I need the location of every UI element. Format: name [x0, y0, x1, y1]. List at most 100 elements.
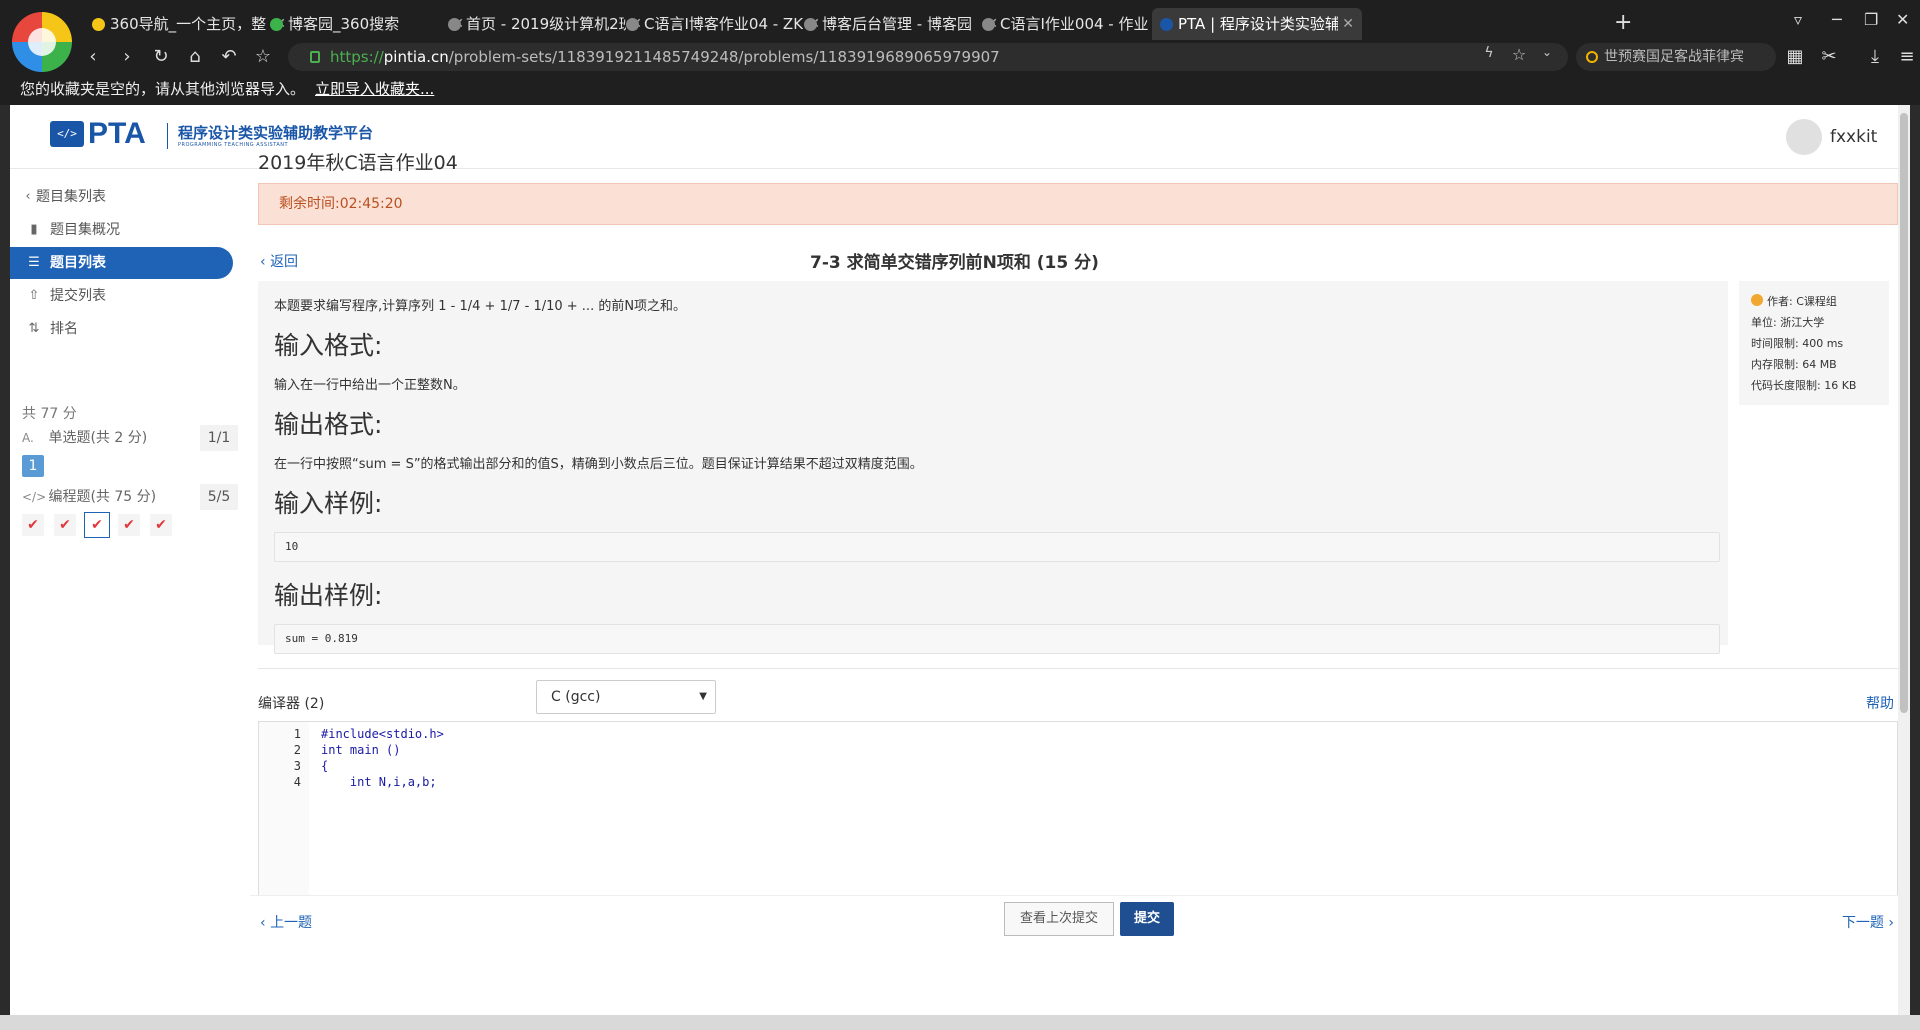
- author-text: 作者: C课程组: [1767, 295, 1837, 308]
- sidebar-item-submissions[interactable]: ⇧ 提交列表: [10, 280, 233, 312]
- url-scheme: https://: [330, 48, 384, 66]
- sidebar-item-problem-list[interactable]: ☰ 题目列表: [10, 247, 233, 279]
- view-last-submission-button[interactable]: 查看上次提交: [1004, 902, 1114, 936]
- group-count: 1/1: [200, 425, 238, 451]
- pta-logo-text[interactable]: PTA: [88, 117, 146, 151]
- choice-icon: A.: [22, 431, 34, 445]
- tab-label: PTA | 程序设计类实验辅: [1178, 15, 1338, 33]
- reload-icon[interactable]: ↻: [150, 46, 172, 67]
- input-format-text: 输入在一行中给出一个正整数N。: [274, 378, 466, 393]
- group-label: 编程题(共 75 分): [48, 489, 157, 505]
- minimize-icon[interactable]: ─: [1832, 10, 1842, 29]
- chevron-down-icon[interactable]: ⌄: [1536, 45, 1558, 59]
- bookmark-bar: 您的收藏夹是空的，请从其他浏览器导入。 立即导入收藏夹...: [0, 78, 1920, 102]
- tab-close-icon[interactable]: ✕: [1342, 8, 1354, 40]
- page-scrollbar[interactable]: [1898, 105, 1910, 1015]
- sort-icon: ⇅: [28, 321, 40, 336]
- star-icon[interactable]: ☆: [252, 46, 274, 67]
- url-text: https://pintia.cn/problem-sets/118391921…: [330, 48, 1000, 66]
- output-sample-heading: 输出样例:: [274, 581, 383, 610]
- sidebar-item-ranking[interactable]: ⇅ 排名: [10, 313, 233, 345]
- tab-favicon-icon: [448, 18, 461, 31]
- group-programming[interactable]: </> 编程题(共 75 分) 5/5: [22, 484, 248, 510]
- problem-title: 7-3 求简单交错序列前N项和 (15 分): [810, 253, 1099, 273]
- question-number[interactable]: 1: [22, 455, 44, 477]
- tab-strip: 360导航_一个主页，整 ✕ 博客园_360搜索 ✕ 首页 - 2019级计算机…: [84, 8, 1604, 40]
- browser-chrome: 360导航_一个主页，整 ✕ 博客园_360搜索 ✕ 首页 - 2019级计算机…: [0, 0, 1920, 105]
- author-row: 作者: C课程组: [1751, 291, 1877, 312]
- code-line[interactable]: 4 int N,i,a,b;: [259, 773, 1859, 792]
- forward-arrow-icon[interactable]: ›: [116, 46, 138, 67]
- new-tab-plus-icon[interactable]: +: [1614, 8, 1632, 38]
- apps-grid-icon[interactable]: ▦: [1784, 46, 1806, 67]
- timer-banner: 剩余时间:02:45:20: [258, 183, 1898, 225]
- import-bookmarks-link[interactable]: 立即导入收藏夹...: [315, 80, 434, 98]
- code-text[interactable]: int N,i,a,b;: [321, 773, 437, 792]
- code-icon: </>: [22, 490, 47, 504]
- avatar[interactable]: [1786, 119, 1822, 155]
- tab-favicon-icon: [92, 18, 105, 31]
- sidebar-back-to-sets[interactable]: ‹ 题目集列表: [10, 181, 233, 213]
- bookmark-star-icon[interactable]: ☆: [1508, 45, 1530, 64]
- group-count: 5/5: [200, 484, 238, 510]
- tab-label: 博客园_360搜索: [288, 15, 400, 33]
- lightning-icon[interactable]: ϟ: [1478, 45, 1500, 61]
- browser-tab-active[interactable]: PTA | 程序设计类实验辅 ✕: [1152, 8, 1362, 40]
- problem-check-icon[interactable]: ✔: [118, 514, 140, 536]
- back-link[interactable]: ‹ 返回: [260, 251, 298, 271]
- sidebar-item-label: 提交列表: [50, 288, 106, 304]
- tab-label: 首页 - 2019级计算机2班: [466, 15, 626, 33]
- code-editor[interactable]: 1 #include<stdio.h> 2 int main () 3{ 4 int…: [258, 721, 1898, 897]
- pin-icon[interactable]: ▿: [1794, 10, 1802, 29]
- user-name[interactable]: fxxkit: [1830, 127, 1877, 147]
- platform-name: 程序设计类实验辅助教学平台: [178, 124, 374, 142]
- problem-statement: 本题要求编写程序,计算序列 1 - 1/4 + 1/7 - 1/10 + ...…: [258, 281, 1728, 654]
- award-icon: [1751, 294, 1763, 306]
- scissors-icon[interactable]: ✂: [1818, 46, 1840, 67]
- input-format-heading: 输入格式:: [274, 331, 383, 360]
- page-viewport: </> PTA 程序设计类实验辅助教学平台 PROGRAMMING TEACHI…: [10, 105, 1910, 1015]
- close-window-icon[interactable]: ✕: [1896, 10, 1909, 29]
- undo-icon[interactable]: ↶: [218, 46, 240, 67]
- sidebar-item-label: 排名: [50, 321, 78, 337]
- compiler-selected-value: C (gcc): [551, 689, 601, 705]
- problem-check-icon[interactable]: ✔: [150, 514, 172, 536]
- problem-check-icon-current[interactable]: ✔: [84, 512, 110, 538]
- menu-icon[interactable]: ≡: [1896, 46, 1918, 67]
- search-placeholder: 世预赛国足客战菲律宾: [1604, 49, 1744, 65]
- submit-button[interactable]: 提交: [1120, 902, 1174, 936]
- url-bar[interactable]: https://pintia.cn/problem-sets/118391921…: [288, 43, 1568, 71]
- statement-text: 本题要求编写程序,计算序列 1 - 1/4 + 1/7 - 1/10 + ...…: [274, 299, 687, 314]
- tab-favicon-icon: [804, 18, 817, 31]
- list-icon: ☰: [28, 255, 40, 270]
- home-icon[interactable]: ⌂: [184, 46, 206, 67]
- chevron-left-icon: ‹: [25, 189, 31, 204]
- sidebar-item-overview[interactable]: ▮ 题目集概况: [10, 214, 233, 246]
- upload-icon: ⇧: [28, 288, 40, 303]
- problem-check-icon[interactable]: ✔: [22, 514, 44, 536]
- input-sample-box: 10: [274, 532, 1720, 562]
- group-single-choice[interactable]: A. 单选题(共 2 分) 1/1: [22, 425, 248, 451]
- memory-limit-text: 内存限制: 64 MB: [1751, 358, 1837, 371]
- restore-icon[interactable]: ❐: [1864, 10, 1878, 29]
- pta-logo-icon[interactable]: </>: [50, 121, 84, 147]
- next-label: 下一题: [1841, 915, 1884, 931]
- time-limit-text: 时间限制: 400 ms: [1751, 337, 1844, 350]
- next-problem-link[interactable]: 下一题 ›: [1842, 912, 1894, 932]
- prev-problem-link[interactable]: ‹ 上一题: [260, 912, 312, 932]
- back-arrow-icon[interactable]: ‹: [82, 46, 104, 67]
- download-icon[interactable]: ⤓: [1864, 46, 1886, 67]
- tab-favicon-icon: [270, 18, 283, 31]
- output-format-heading: 输出格式:: [274, 410, 383, 439]
- sidebar-item-label: 题目集列表: [36, 189, 106, 205]
- scrollbar-thumb[interactable]: [1900, 113, 1908, 713]
- tab-label: 360导航_一个主页，整: [110, 15, 267, 33]
- browser-status-bar: [0, 1015, 1920, 1030]
- help-link[interactable]: 帮助: [1866, 693, 1894, 713]
- search-engine-icon: [1586, 51, 1598, 63]
- search-input[interactable]: 世预赛国足客战菲律宾: [1576, 43, 1776, 71]
- compiler-select[interactable]: C (gcc) ▼: [536, 680, 716, 714]
- compiler-label: 编译器 (2): [258, 696, 325, 712]
- unit-text: 单位: 浙江大学: [1751, 316, 1825, 329]
- problem-check-icon[interactable]: ✔: [54, 514, 76, 536]
